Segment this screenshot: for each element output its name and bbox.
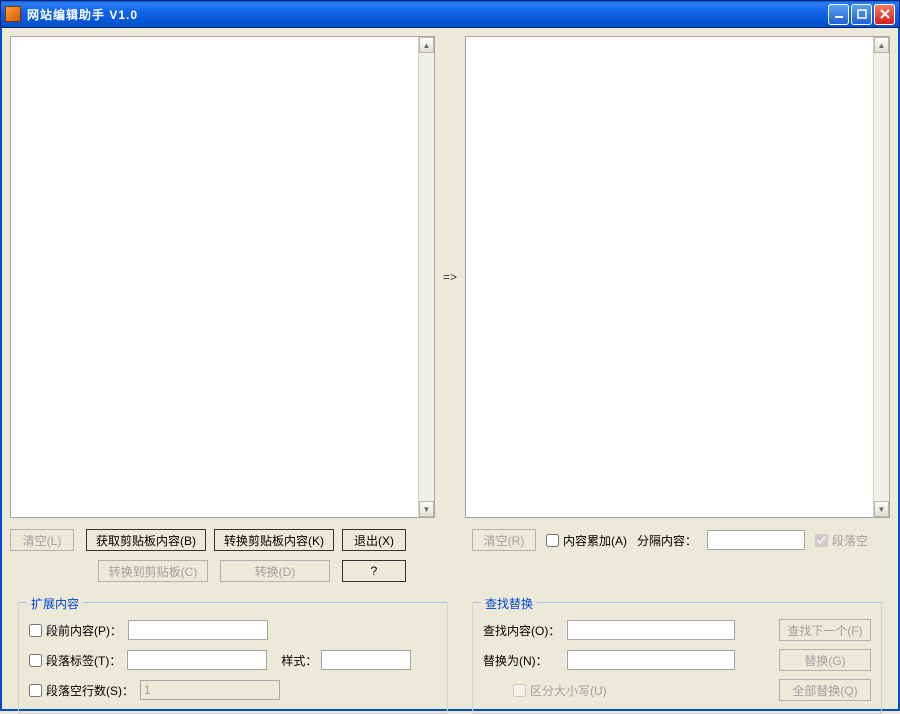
source-textarea[interactable] (11, 37, 418, 517)
case-sensitive-checkbox-input (513, 684, 526, 697)
empty-paragraph-label: 段落空 (832, 532, 868, 549)
blank-lines-checkbox[interactable]: 段落空行数(S)： (29, 682, 134, 699)
replace-input[interactable] (567, 650, 735, 670)
accumulate-checkbox[interactable]: 内容累加(A) (546, 532, 627, 549)
separator-label: 分隔内容： (637, 532, 697, 549)
accumulate-label: 内容累加(A) (563, 532, 627, 549)
blank-lines-label: 段落空行数(S)： (46, 682, 134, 699)
convert-to-clipboard-button[interactable]: 转换到剪贴板(C) (98, 560, 208, 582)
extend-legend: 扩展内容 (27, 595, 83, 612)
case-sensitive-checkbox: 区分大小写(U) (513, 682, 607, 699)
scroll-down-icon[interactable]: ▼ (874, 501, 889, 517)
scroll-down-icon[interactable]: ▼ (419, 501, 434, 517)
titlebar: 网站编辑助手 V1.0 (0, 0, 900, 28)
clear-right-button[interactable]: 清空(R) (472, 529, 536, 551)
blank-lines-checkbox-input[interactable] (29, 684, 42, 697)
window-controls (828, 4, 895, 25)
find-next-button[interactable]: 查找下一个(F) (779, 619, 871, 641)
prefix-checkbox-input[interactable] (29, 624, 42, 637)
tag-checkbox[interactable]: 段落标签(T)： (29, 652, 121, 669)
case-sensitive-label: 区分大小写(U) (530, 682, 607, 699)
left-button-row-1: 清空(L) 获取剪贴板内容(B) 转换剪贴板内容(K) 退出(X) (10, 528, 436, 552)
source-textarea-container: ▲ ▼ (10, 36, 435, 518)
help-button[interactable]: ? (342, 560, 406, 582)
right-button-row: 清空(R) 内容累加(A) 分隔内容： 段落空 (472, 528, 868, 552)
find-replace-groupbox: 查找替换 查找内容(O)： 查找下一个(F) 替换为(N)： 替换(G) 区分大… (472, 602, 882, 714)
replace-button[interactable]: 替换(G) (779, 649, 871, 671)
window-title: 网站编辑助手 V1.0 (27, 6, 828, 23)
get-clipboard-button[interactable]: 获取剪贴板内容(B) (86, 529, 206, 551)
prefix-checkbox[interactable]: 段前内容(P)： (29, 622, 122, 639)
prefix-input[interactable] (128, 620, 268, 640)
replace-all-button[interactable]: 全部替换(Q) (779, 679, 871, 701)
exit-button[interactable]: 退出(X) (342, 529, 406, 551)
separator-input[interactable] (707, 530, 805, 550)
result-textarea-container: ▲ ▼ (465, 36, 890, 518)
left-button-row-2: 转换到剪贴板(C) 转换(D) ? (10, 560, 890, 582)
result-scrollbar[interactable]: ▲ ▼ (873, 37, 889, 517)
style-input[interactable] (321, 650, 411, 670)
find-legend: 查找替换 (481, 595, 537, 612)
tag-input[interactable] (127, 650, 267, 670)
client-area: ▲ ▼ => ▲ ▼ 清空(L) 获取剪贴板内容(B) 转换剪贴板内容(K) 退… (0, 28, 900, 711)
accumulate-checkbox-input[interactable] (546, 534, 559, 547)
find-label: 查找内容(O)： (483, 622, 567, 639)
replace-label: 替换为(N)： (483, 652, 567, 669)
scroll-up-icon[interactable]: ▲ (419, 37, 434, 53)
blank-lines-input (140, 680, 280, 700)
tag-checkbox-input[interactable] (29, 654, 42, 667)
close-button[interactable] (874, 4, 895, 25)
extend-groupbox: 扩展内容 段前内容(P)： 段落标签(T)： 样式： 段落空行数(S (18, 602, 448, 714)
clear-left-button[interactable]: 清空(L) (10, 529, 74, 551)
minimize-button[interactable] (828, 4, 849, 25)
result-textarea[interactable] (466, 37, 873, 517)
tag-label: 段落标签(T)： (46, 652, 121, 669)
editor-row: ▲ ▼ => ▲ ▼ (10, 36, 890, 518)
convert-button[interactable]: 转换(D) (220, 560, 330, 582)
source-scrollbar[interactable]: ▲ ▼ (418, 37, 434, 517)
convert-clipboard-button[interactable]: 转换剪贴板内容(K) (214, 529, 334, 551)
style-label: 样式： (281, 652, 317, 669)
empty-paragraph-checkbox-input (815, 534, 828, 547)
find-input[interactable] (567, 620, 735, 640)
scroll-up-icon[interactable]: ▲ (874, 37, 889, 53)
empty-paragraph-checkbox: 段落空 (815, 532, 868, 549)
maximize-button[interactable] (851, 4, 872, 25)
arrow-icon: => (435, 36, 465, 518)
app-icon (5, 6, 21, 22)
prefix-label: 段前内容(P)： (46, 622, 122, 639)
